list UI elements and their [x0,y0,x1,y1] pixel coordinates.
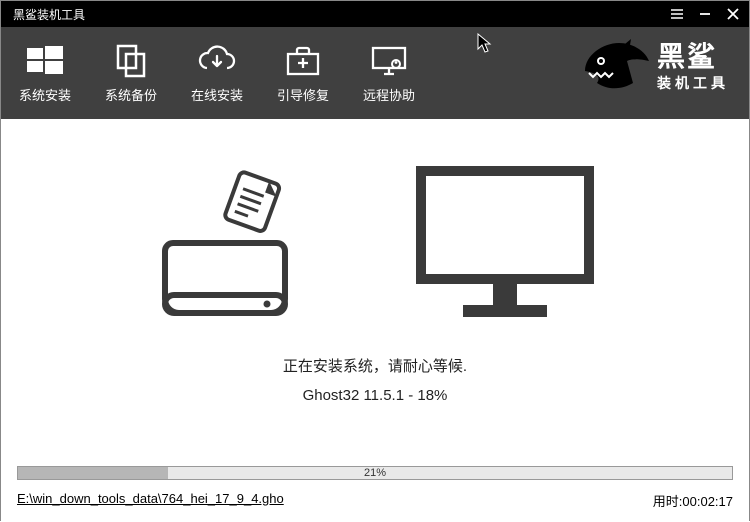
toolbar: 系统安装 系统备份 在线安装 引导修复 远程协助 [1,27,749,119]
windows-icon [25,43,65,79]
remote-monitor-icon [370,43,408,79]
status-line2: Ghost32 11.5.1 - 18% [1,382,749,411]
briefcase-plus-icon [285,43,321,79]
cursor-icon [477,33,493,53]
footer-row: E:\win_down_tools_data\764_hei_17_9_4.gh… [17,491,733,510]
titlebar: 黑鲨装机工具 [1,1,749,27]
illustration-row [1,119,749,325]
progress-area: 21% [17,466,733,480]
progress-bar: 21% [17,466,733,480]
monitor-icon [415,165,595,325]
minimize-icon[interactable] [697,6,713,22]
copy-icon [114,43,148,79]
nav-label: 系统安装 [19,85,71,104]
nav-label: 系统备份 [105,85,157,104]
window-title: 黑鲨装机工具 [9,6,85,23]
window-controls [669,6,741,22]
content-area: 正在安装系统，请耐心等候. Ghost32 11.5.1 - 18% 21% E… [1,119,749,522]
nav-remote-assist[interactable]: 远程协助 [361,43,417,104]
brand-text: 黑鲨 装机工具 [657,43,729,93]
close-icon[interactable] [725,6,741,22]
elapsed-time: 用时:00:02:17 [653,491,733,510]
brand-line2: 装机工具 [657,73,729,93]
file-path-link[interactable]: E:\win_down_tools_data\764_hei_17_9_4.gh… [17,491,284,510]
brand-line1: 黑鲨 [657,43,729,71]
progress-percent-label: 21% [18,467,732,479]
nav-system-backup[interactable]: 系统备份 [103,43,159,104]
nav-system-install[interactable]: 系统安装 [17,43,73,104]
nav-boot-repair[interactable]: 引导修复 [275,43,331,104]
brand-logo: 黑鲨 装机工具 [579,37,729,99]
status-text: 正在安装系统，请耐心等候. Ghost32 11.5.1 - 18% [1,353,749,410]
shark-icon [579,37,651,99]
nav-online-install[interactable]: 在线安装 [189,43,245,104]
nav-label: 引导修复 [277,85,329,104]
nav-label: 在线安装 [191,85,243,104]
status-line1: 正在安装系统，请耐心等候. [1,353,749,382]
disk-file-icon [155,165,305,325]
menu-icon[interactable] [669,6,685,22]
nav-label: 远程协助 [363,85,415,104]
cloud-download-icon [197,43,237,79]
